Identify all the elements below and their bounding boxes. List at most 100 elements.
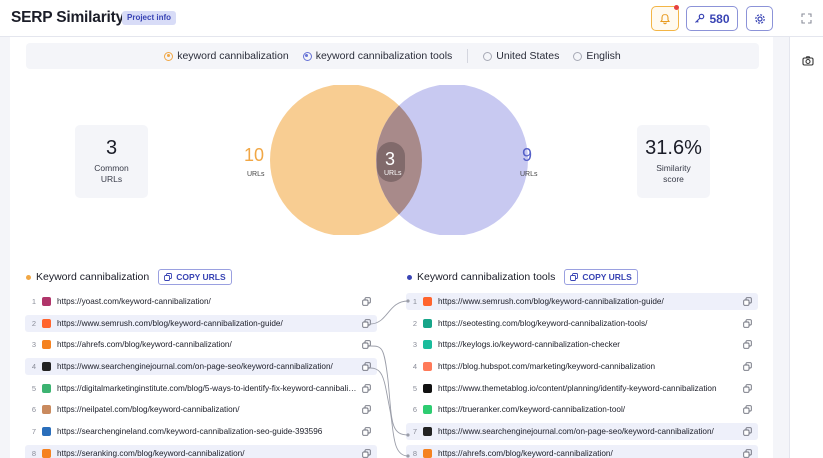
url-link[interactable]: https://keylogs.io/keyword-cannibalizati… bbox=[438, 340, 758, 349]
camera-icon[interactable] bbox=[802, 54, 814, 66]
venn-left-count: 10 bbox=[244, 145, 265, 165]
table-row[interactable]: 3 https://keylogs.io/keyword-cannibalizat… bbox=[406, 336, 758, 353]
credits-button[interactable]: 580 bbox=[686, 6, 738, 31]
connector-line bbox=[370, 345, 409, 436]
venn-diagram: 10 URLs 3 URLs 9 URLs bbox=[230, 84, 570, 236]
favicon-icon bbox=[423, 318, 432, 328]
url-link[interactable]: https://www.searchenginejournal.com/on-p… bbox=[57, 362, 377, 371]
connector-dot bbox=[406, 433, 410, 437]
venn-right-label: URLs bbox=[520, 171, 538, 178]
connector-line bbox=[370, 367, 409, 457]
favicon-icon bbox=[42, 297, 51, 306]
venn-overlap-label: URLs bbox=[384, 170, 402, 177]
match-connectors bbox=[370, 299, 410, 458]
url-link[interactable]: https://seotesting.com/blog/keyword-cann… bbox=[438, 319, 758, 328]
table-row[interactable]: 2 https://seotesting.com/blog/keyword-can… bbox=[406, 315, 758, 332]
copy-icon[interactable] bbox=[743, 427, 752, 436]
url-link[interactable]: https://ahrefs.com/blog/keyword-cannibal… bbox=[57, 340, 377, 349]
url-link[interactable]: https://ahrefs.com/blog/keyword-cannibal… bbox=[438, 449, 758, 458]
table-row[interactable]: 1 https://www.semrush.com/blog/keyword-ca… bbox=[406, 293, 758, 310]
table-row[interactable]: 4 https://www.searchenginejournal.com/on-… bbox=[25, 358, 377, 376]
copy-icon[interactable] bbox=[743, 362, 752, 371]
top-bar: SERP Similarity Project info 580 bbox=[0, 0, 823, 37]
common-urls-value: 3 bbox=[105, 137, 118, 159]
url-link[interactable]: https://neilpatel.com/blog/keyword-canni… bbox=[57, 405, 377, 414]
filter-bar: keyword cannibalization keyword cannibal… bbox=[26, 43, 759, 69]
favicon-icon bbox=[42, 405, 51, 415]
table-row[interactable]: 6 https://neilpatel.com/blog/keyword-cann… bbox=[25, 401, 377, 418]
url-link[interactable]: https://searchengineland.com/keyword-can… bbox=[57, 427, 377, 436]
connector-line bbox=[370, 300, 409, 325]
settings-button[interactable] bbox=[746, 6, 773, 31]
table-row[interactable]: 2 https://www.semrush.com/blog/keyword-ca… bbox=[25, 314, 377, 332]
table-row[interactable]: 7 https://www.searchenginejournal.com/on-… bbox=[406, 423, 758, 441]
table-row[interactable]: 8 https://ahrefs.com/blog/keyword-canniba… bbox=[406, 444, 758, 458]
right-url-list: 1 https://www.semrush.com/blog/keyword-ca… bbox=[406, 293, 758, 458]
keyword-1-dot-icon bbox=[164, 51, 174, 61]
copy-icon[interactable] bbox=[743, 318, 752, 328]
table-row[interactable]: 8 https://seranking.com/blog/keyword-cann… bbox=[25, 444, 377, 458]
url-link[interactable]: https://seranking.com/blog/keyword-canni… bbox=[57, 449, 377, 458]
similarity-score-value: 31.6% bbox=[645, 137, 702, 159]
row-index: 4 bbox=[31, 362, 36, 372]
favicon-icon bbox=[423, 383, 432, 393]
table-row[interactable]: 4 https://blog.hubspot.com/marketing/keyw… bbox=[406, 358, 758, 375]
favicon-icon bbox=[42, 448, 51, 458]
url-link[interactable]: https://digitalmarketinginstitute.com/bl… bbox=[57, 384, 377, 393]
divider bbox=[467, 49, 469, 63]
project-info-badge[interactable]: Project info bbox=[122, 11, 177, 25]
left-url-list: 1 https://yoast.com/keyword-cannibalizati… bbox=[25, 293, 377, 458]
location-chip: United States bbox=[483, 50, 559, 62]
favicon-icon bbox=[42, 383, 51, 393]
table-row[interactable]: 6 https://trueranker.com/keyword-cannibal… bbox=[406, 401, 758, 418]
copy-urls-left-button[interactable]: COPY URLS bbox=[158, 269, 232, 285]
url-link[interactable]: https://www.semrush.com/blog/keyword-can… bbox=[438, 297, 758, 306]
table-row[interactable]: 5 https://digitalmarketinginstitute.com/b… bbox=[25, 380, 377, 397]
table-row[interactable]: 1 https://yoast.com/keyword-cannibalizati… bbox=[25, 293, 377, 310]
keyword-2-label: keyword cannibalization tools bbox=[315, 50, 453, 62]
right-section-header: Keyword cannibalization tools COPY URLS bbox=[407, 268, 638, 286]
common-urls-card: 3 Common URLs bbox=[75, 125, 148, 198]
copy-icon[interactable] bbox=[743, 449, 752, 458]
row-index: 6 bbox=[31, 405, 36, 415]
copy-urls-right-button[interactable]: COPY URLS bbox=[564, 269, 638, 285]
venn-svg bbox=[270, 84, 528, 236]
url-link[interactable]: https://www.themetablog.io/content/plann… bbox=[438, 384, 758, 393]
row-index: 1 bbox=[31, 297, 36, 306]
left-section-title: Keyword cannibalization bbox=[36, 271, 150, 283]
favicon-icon bbox=[423, 448, 432, 458]
connector-dot bbox=[406, 299, 410, 303]
fullscreen-icon[interactable] bbox=[800, 12, 812, 24]
copy-icon[interactable] bbox=[743, 297, 752, 306]
url-link[interactable]: https://trueranker.com/keyword-cannibali… bbox=[438, 405, 758, 414]
row-index: 2 bbox=[31, 318, 36, 328]
keyword-1-chip: keyword cannibalization bbox=[164, 50, 289, 62]
keyword-1-label: keyword cannibalization bbox=[177, 50, 289, 62]
similarity-score-card: 31.6% Similarity score bbox=[637, 125, 710, 198]
url-link[interactable]: https://blog.hubspot.com/marketing/keywo… bbox=[438, 362, 758, 371]
copy-icon[interactable] bbox=[743, 405, 752, 415]
table-row[interactable]: 3 https://ahrefs.com/blog/keyword-canniba… bbox=[25, 336, 377, 353]
globe-icon bbox=[483, 51, 493, 61]
venn-left-label: URLs bbox=[247, 171, 265, 178]
right-section-title: Keyword cannibalization tools bbox=[417, 271, 556, 283]
venn-right-count: 9 bbox=[522, 145, 533, 165]
favicon-icon bbox=[42, 318, 51, 328]
row-index: 3 bbox=[31, 340, 36, 350]
favicon-icon bbox=[423, 362, 432, 372]
url-link[interactable]: https://yoast.com/keyword-cannibalizatio… bbox=[57, 297, 377, 306]
url-link[interactable]: https://www.searchenginejournal.com/on-p… bbox=[438, 427, 758, 436]
copy-icon[interactable] bbox=[743, 340, 752, 350]
left-section-header: Keyword cannibalization COPY URLS bbox=[26, 268, 232, 286]
page-title: SERP Similarity bbox=[11, 9, 125, 26]
url-link[interactable]: https://www.semrush.com/blog/keyword-can… bbox=[57, 319, 377, 328]
table-row[interactable]: 7 https://searchengineland.com/keyword-ca… bbox=[25, 423, 377, 440]
favicon-icon bbox=[42, 427, 51, 437]
language-chip: English bbox=[573, 50, 621, 62]
favicon-icon bbox=[423, 427, 432, 437]
copy-icon[interactable] bbox=[743, 383, 752, 393]
copy-icon bbox=[570, 273, 579, 281]
favicon-icon bbox=[42, 340, 51, 350]
table-row[interactable]: 5 https://www.themetablog.io/content/plan… bbox=[406, 380, 758, 397]
row-index: 8 bbox=[31, 448, 36, 458]
